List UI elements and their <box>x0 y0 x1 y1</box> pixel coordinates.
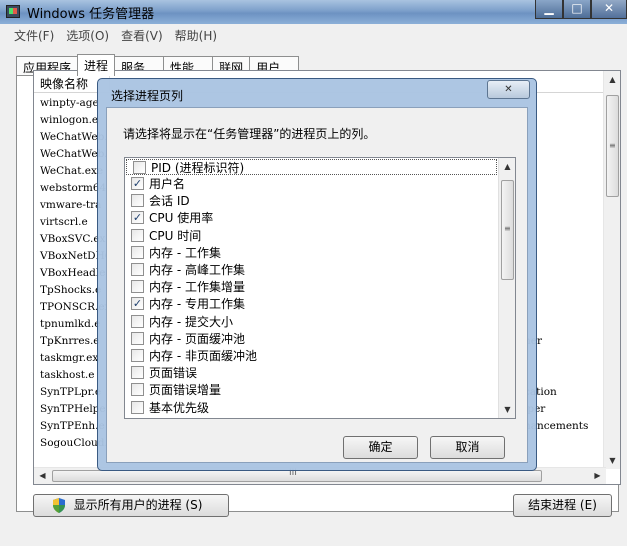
column-option[interactable]: 内存 - 工作集增量 <box>125 278 515 295</box>
checkbox-unchecked-icon[interactable] <box>131 194 144 208</box>
process-image-name: VBoxSVC.ex <box>40 233 106 245</box>
checkbox-unchecked-icon[interactable] <box>131 383 144 397</box>
column-list-scrollbar[interactable]: ▲ ≡ ▼ <box>498 158 515 418</box>
process-image-name: winlogon.e <box>40 114 99 126</box>
column-option[interactable]: 内存 - 高峰工作集 <box>125 261 515 278</box>
column-option-label: 内存 - 非页面缓冲池 <box>149 348 257 363</box>
menu-file[interactable]: 文件(F) <box>8 24 60 46</box>
column-option[interactable]: ✓ 内存 - 专用工作集 <box>125 295 515 312</box>
tab-processes[interactable]: 进程 <box>77 54 116 76</box>
scroll-right-arrow-icon[interactable]: ▶ <box>589 468 606 484</box>
window-title: Windows 任务管理器 <box>27 7 155 22</box>
checkbox-checked-icon[interactable]: ✓ <box>131 297 144 311</box>
process-list-vertical-scrollbar[interactable]: ▲ ≡ ▼ <box>603 71 620 469</box>
column-option[interactable]: ✓ CPU 使用率 <box>125 209 515 226</box>
checkbox-unchecked-icon[interactable] <box>131 263 144 277</box>
process-image-name: VBoxHeadle <box>40 267 106 279</box>
checkbox-unchecked-icon[interactable] <box>131 331 144 345</box>
task-manager-app-icon <box>6 5 20 18</box>
dialog-close-button[interactable]: ✕ <box>487 80 530 99</box>
scroll-up-arrow-icon[interactable]: ▲ <box>604 71 620 88</box>
column-option-label: 内存 - 高峰工作集 <box>149 263 245 278</box>
checkbox-unchecked-icon[interactable] <box>131 280 144 294</box>
uac-shield-icon <box>53 498 65 513</box>
scroll-left-arrow-icon[interactable]: ◀ <box>34 468 51 484</box>
menu-view[interactable]: 查看(V) <box>115 24 169 46</box>
process-image-name: TpShocks.e <box>40 284 102 296</box>
dialog-client-area: 请选择将显示在“任务管理器”的进程页上的列。 PID (进程标识符) ✓ 用户名会话… <box>106 107 528 463</box>
scroll-down-arrow-icon[interactable]: ▼ <box>499 401 515 418</box>
column-option[interactable]: 内存 - 页面缓冲池 <box>125 330 515 347</box>
column-option[interactable]: 基本优先级 <box>125 398 515 415</box>
process-image-name: taskhost.e <box>40 369 95 381</box>
column-option-label: 页面错误增量 <box>149 383 222 398</box>
checkbox-unchecked-icon[interactable] <box>131 228 144 242</box>
column-option[interactable]: 页面错误 <box>125 364 515 381</box>
column-option[interactable]: 内存 - 工作集 <box>125 244 515 261</box>
grip-icon: ≡ <box>609 141 616 150</box>
checkbox-unchecked-icon[interactable] <box>131 400 144 414</box>
column-option-label: 基本优先级 <box>149 400 210 415</box>
window-titlebar[interactable]: Windows 任务管理器 ▁ □ ✕ <box>0 0 627 24</box>
process-image-name: vmware-tra <box>40 199 102 211</box>
process-image-name: SynTPLpr.e <box>40 386 102 398</box>
close-button[interactable]: ✕ <box>591 0 627 19</box>
process-image-name: SynTPHelpe <box>40 403 106 415</box>
process-image-name: virtscrl.e <box>40 216 88 228</box>
column-option[interactable]: CPU 时间 <box>125 227 515 244</box>
column-option[interactable]: ✓ 用户名 <box>125 175 515 192</box>
column-option-label: 用户名 <box>149 177 186 192</box>
column-option-label: 内存 - 专用工作集 <box>149 297 245 312</box>
checkbox-checked-icon[interactable]: ✓ <box>131 177 144 191</box>
column-option[interactable]: 会话 ID <box>125 192 515 209</box>
checkbox-checked-icon[interactable]: ✓ <box>131 211 144 225</box>
column-option[interactable]: 内存 - 非页面缓冲池 <box>125 347 515 364</box>
select-columns-dialog[interactable]: 选择进程页列 ✕ 请选择将显示在“任务管理器”的进程页上的列。 PID (进程标… <box>97 78 537 471</box>
show-all-users-label: 显示所有用户的进程 (S) <box>73 498 203 512</box>
scroll-down-arrow-icon[interactable]: ▼ <box>604 452 620 469</box>
column-option-label: 内存 - 工作集增量 <box>149 280 245 295</box>
end-process-button[interactable]: 结束进程 (E) <box>513 494 612 517</box>
column-option-label: 内存 - 页面缓冲池 <box>149 331 245 346</box>
menu-options[interactable]: 选项(O) <box>60 24 115 46</box>
checkbox-unchecked-icon[interactable] <box>131 348 144 362</box>
checkbox-unchecked-icon[interactable] <box>131 314 144 328</box>
column-option[interactable]: 内存 - 提交大小 <box>125 313 515 330</box>
checkbox-unchecked-icon[interactable] <box>131 366 144 380</box>
column-option-label: 会话 ID <box>149 194 190 209</box>
process-image-name: tpnumlkd.e <box>40 318 101 330</box>
process-image-name: WeChat.exe <box>40 165 104 177</box>
column-option[interactable]: PID (进程标识符) <box>126 159 497 175</box>
minimize-button[interactable]: ▁ <box>535 0 563 19</box>
process-image-name: winpty-age <box>40 97 99 109</box>
cancel-button[interactable]: 取消 <box>430 436 505 459</box>
show-all-users-processes-button[interactable]: 显示所有用户的进程 (S) <box>33 494 229 517</box>
process-image-name: SynTPEnh.e <box>40 420 105 432</box>
dialog-prompt: 请选择将显示在“任务管理器”的进程页上的列。 <box>123 127 376 141</box>
column-option[interactable]: 页面错误增量 <box>125 381 515 398</box>
ok-button[interactable]: 确定 <box>343 436 418 459</box>
column-option-label: CPU 时间 <box>149 228 202 243</box>
column-option-label: 内存 - 提交大小 <box>149 314 233 329</box>
process-image-name: TpKnrres.e <box>40 335 100 347</box>
caption-buttons: ▁ □ ✕ <box>535 0 627 20</box>
horizontal-scroll-thumb[interactable]: III <box>52 468 542 482</box>
maximize-button[interactable]: □ <box>563 0 591 19</box>
dialog-title: 选择进程页列 <box>111 89 184 103</box>
column-checkbox-list[interactable]: PID (进程标识符) ✓ 用户名会话 ID ✓ CPU 使用率 CPU 时间内存 - 工… <box>124 157 516 419</box>
column-option-label: CPU 使用率 <box>149 211 214 226</box>
grip-icon: ≡ <box>504 224 511 233</box>
scroll-up-arrow-icon[interactable]: ▲ <box>499 158 515 175</box>
checkbox-unchecked-icon[interactable] <box>131 245 144 259</box>
checkbox-unchecked-icon[interactable] <box>133 160 146 174</box>
menu-help[interactable]: 帮助(H) <box>169 24 223 46</box>
column-items: PID (进程标识符) ✓ 用户名会话 ID ✓ CPU 使用率 CPU 时间内存 - 工… <box>125 159 515 416</box>
menu-bar: 文件(F) 选项(O) 查看(V) 帮助(H) <box>0 24 627 46</box>
column-option-label: PID (进程标识符) <box>151 160 245 175</box>
process-image-name: taskmgr.ex <box>40 352 99 364</box>
column-option-label: 内存 - 工作集 <box>149 245 221 260</box>
column-option-label: 页面错误 <box>149 366 198 381</box>
